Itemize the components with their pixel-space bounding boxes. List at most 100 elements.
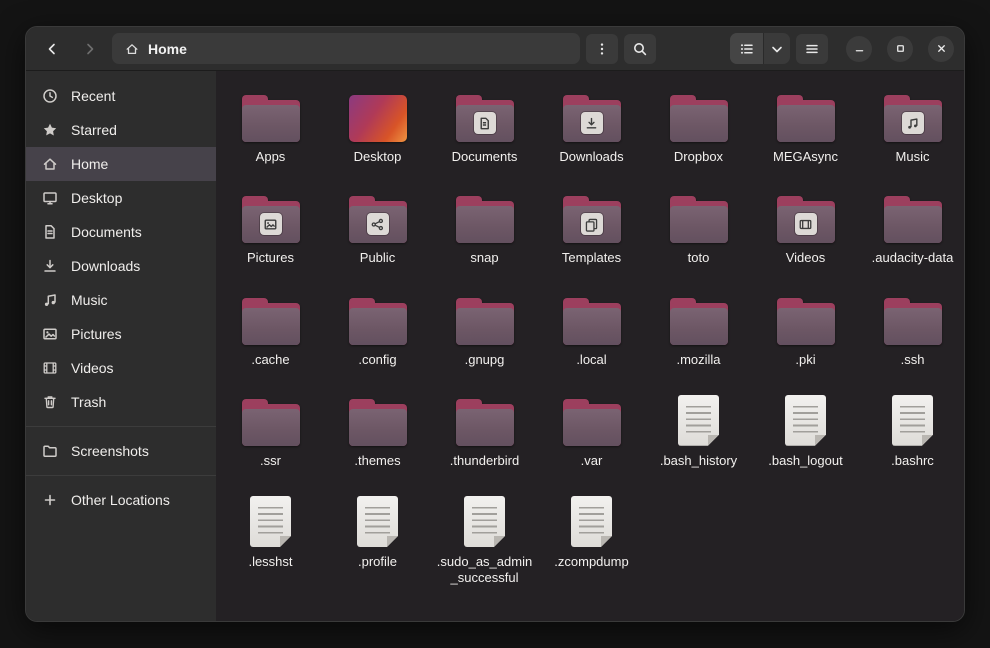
sidebar-item-videos[interactable]: Videos	[26, 351, 216, 385]
folder-item-templates[interactable]: Templates	[538, 185, 645, 270]
file-item-bashrc[interactable]: .bashrc	[859, 388, 964, 473]
sidebar-item-label: Home	[71, 156, 108, 172]
folder-item-pki[interactable]: .pki	[752, 287, 859, 372]
file-item-zcompdump[interactable]: .zcompdump	[538, 489, 645, 574]
folder-item-thunderbird[interactable]: .thunderbird	[431, 388, 538, 473]
path-bar[interactable]: Home	[112, 33, 580, 64]
folder-item-mozilla[interactable]: .mozilla	[645, 287, 752, 372]
folder-item-public[interactable]: Public	[324, 185, 431, 270]
dots-vertical-icon	[594, 41, 610, 57]
file-item-profile[interactable]: .profile	[324, 489, 431, 574]
file-label: Public	[360, 250, 395, 266]
file-label: .audacity-data	[872, 250, 954, 266]
text-file-icon	[785, 392, 826, 446]
image-icon	[42, 326, 58, 342]
folder-item-toto[interactable]: toto	[645, 185, 752, 270]
folder-item-downloads[interactable]: Downloads	[538, 84, 645, 169]
folder-icon	[242, 88, 300, 142]
file-label: .bash_logout	[768, 453, 842, 469]
folder-item-pictures[interactable]: Pictures	[217, 185, 324, 270]
sidebar-item-documents[interactable]: Documents	[26, 215, 216, 249]
sidebar-item-trash[interactable]: Trash	[26, 385, 216, 419]
folder-item-snap[interactable]: snap	[431, 185, 538, 270]
sidebar-item-music[interactable]: Music	[26, 283, 216, 317]
path-menu-button[interactable]	[586, 34, 618, 64]
file-label: .bashrc	[891, 453, 934, 469]
file-label: .mozilla	[676, 352, 720, 368]
folder-item-dropbox[interactable]: Dropbox	[645, 84, 752, 169]
sidebar-item-starred[interactable]: Starred	[26, 113, 216, 147]
file-label: .config	[358, 352, 396, 368]
trash-icon	[42, 394, 58, 410]
sidebar-item-other-locations[interactable]: Other Locations	[26, 483, 216, 517]
folder-icon	[456, 88, 514, 142]
text-file-icon	[571, 493, 612, 547]
file-item-bash-history[interactable]: .bash_history	[645, 388, 752, 473]
maximize-button[interactable]	[887, 36, 913, 62]
home-icon	[42, 156, 58, 172]
file-label: .sudo_as_admin_successful	[436, 554, 533, 587]
sidebar-item-label: Documents	[71, 224, 142, 240]
star-icon	[42, 122, 58, 138]
file-label: Dropbox	[674, 149, 723, 165]
folder-item-megasync[interactable]: MEGAsync	[752, 84, 859, 169]
folder-item-videos[interactable]: Videos	[752, 185, 859, 270]
file-label: Documents	[452, 149, 518, 165]
folder-icon	[777, 291, 835, 345]
emblem-music-icon	[902, 112, 924, 134]
main-menu-button[interactable]	[796, 34, 828, 64]
folder-item-ssr[interactable]: .ssr	[217, 388, 324, 473]
sidebar-item-screenshots[interactable]: Screenshots	[26, 434, 216, 468]
sidebar-item-label: Trash	[71, 394, 106, 410]
file-label: .pki	[795, 352, 815, 368]
sidebar-item-home[interactable]: Home	[26, 147, 216, 181]
sidebar-item-pictures[interactable]: Pictures	[26, 317, 216, 351]
file-label: Downloads	[559, 149, 623, 165]
folder-item-desktop[interactable]: Desktop	[324, 84, 431, 169]
maximize-icon	[894, 42, 907, 55]
desktop-icon	[42, 190, 58, 206]
plus-icon	[42, 492, 58, 508]
clock-icon	[42, 88, 58, 104]
folder-icon	[563, 291, 621, 345]
folder-item-gnupg[interactable]: .gnupg	[431, 287, 538, 372]
folder-item-config[interactable]: .config	[324, 287, 431, 372]
file-label: .cache	[251, 352, 289, 368]
forward-button[interactable]	[74, 34, 106, 64]
emblem-downloads-icon	[581, 112, 603, 134]
file-label: .local	[576, 352, 606, 368]
window-body: RecentStarred Home Desktop Documents Downloa…	[26, 71, 964, 621]
folder-item-themes[interactable]: .themes	[324, 388, 431, 473]
file-label: Videos	[786, 250, 826, 266]
back-button[interactable]	[36, 34, 68, 64]
sidebar-item-label: Downloads	[71, 258, 140, 274]
search-button[interactable]	[624, 34, 656, 64]
sidebar-item-desktop[interactable]: Desktop	[26, 181, 216, 215]
emblem-pictures-icon	[260, 213, 282, 235]
folder-item-ssh[interactable]: .ssh	[859, 287, 964, 372]
file-label: .lesshst	[248, 554, 292, 570]
file-item-sudo-as-admin-successful[interactable]: .sudo_as_admin_successful	[431, 489, 538, 591]
sidebar-item-recent[interactable]: Recent	[26, 79, 216, 113]
folder-item-documents[interactable]: Documents	[431, 84, 538, 169]
view-options-dropdown[interactable]	[763, 33, 790, 64]
folder-item-var[interactable]: .var	[538, 388, 645, 473]
headerbar: Home	[26, 27, 964, 71]
list-view-button[interactable]	[730, 33, 763, 64]
folder-item-apps[interactable]: Apps	[217, 84, 324, 169]
file-label: .ssh	[901, 352, 925, 368]
folder-item-local[interactable]: .local	[538, 287, 645, 372]
sidebar: RecentStarred Home Desktop Documents Downloa…	[26, 71, 216, 621]
folder-icon	[670, 189, 728, 243]
folder-icon	[777, 88, 835, 142]
close-button[interactable]	[928, 36, 954, 62]
text-file-icon	[250, 493, 291, 547]
file-item-bash-logout[interactable]: .bash_logout	[752, 388, 859, 473]
file-item-lesshst[interactable]: .lesshst	[217, 489, 324, 574]
minimize-icon	[853, 42, 866, 55]
folder-item-cache[interactable]: .cache	[217, 287, 324, 372]
sidebar-item-downloads[interactable]: Downloads	[26, 249, 216, 283]
folder-item-audacity-data[interactable]: .audacity-data	[859, 185, 964, 270]
folder-item-music[interactable]: Music	[859, 84, 964, 169]
minimize-button[interactable]	[846, 36, 872, 62]
